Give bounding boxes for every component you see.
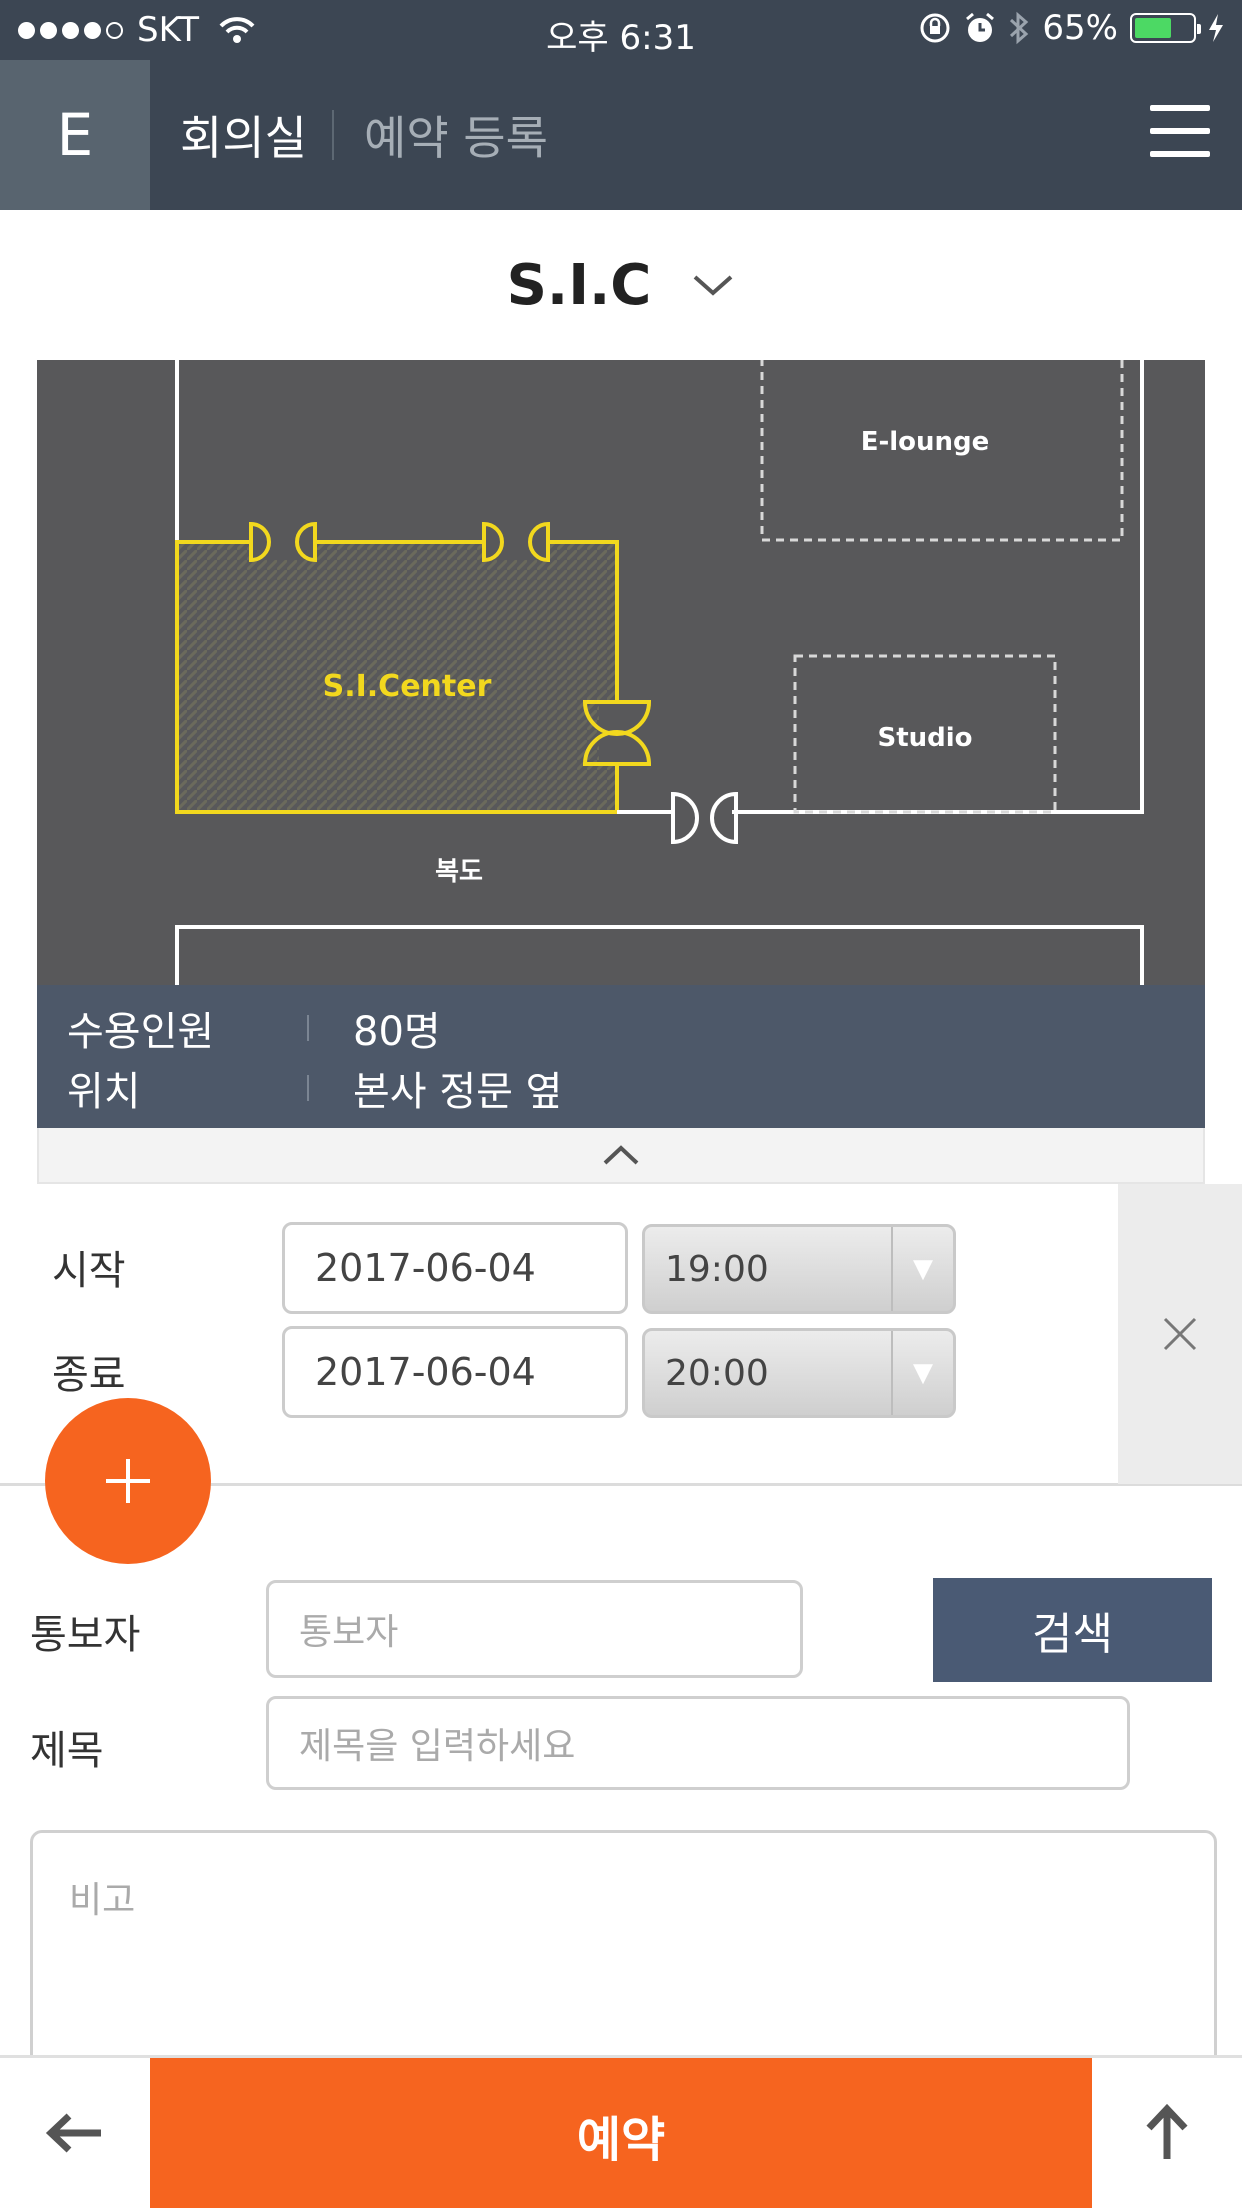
arrow-up-icon[interactable] [1144, 2103, 1190, 2163]
start-date-input[interactable]: 2017-06-04 [282, 1222, 628, 1314]
charging-icon [1209, 14, 1223, 42]
bluetooth-icon [1010, 11, 1029, 45]
selected-room[interactable]: S.I.C [507, 253, 652, 318]
door-icon [249, 521, 317, 563]
rotation-lock-icon [920, 13, 950, 43]
end-label: 종료 [52, 1352, 126, 1398]
corridor-label: 복도 [435, 857, 483, 887]
location-row: 위치 본사 정문 옆 [67, 1059, 562, 1117]
header-divider [332, 110, 334, 160]
battery-percent: 65% [1042, 8, 1118, 48]
chevron-up-icon[interactable] [601, 1143, 641, 1167]
end-time-select[interactable]: 20:00 ▼ [642, 1328, 956, 1418]
status-icons: 65% [918, 8, 1224, 48]
floor-map[interactable]: E-lounge Studio S.I.Center 복도 [37, 360, 1205, 985]
capacity-row: 수용인원 80명 [67, 999, 441, 1057]
title-input[interactable]: 제목을 입력하세요 [266, 1696, 1130, 1790]
memo-textarea[interactable]: 비고 [30, 1830, 1217, 2070]
header-title: 회의실 [180, 111, 307, 165]
hamburger-menu-icon[interactable] [1150, 105, 1210, 157]
chevron-down-icon[interactable] [691, 272, 735, 298]
start-label: 시작 [52, 1248, 126, 1294]
studio-label: Studio [877, 723, 972, 753]
dropdown-arrow-icon: ▼ [891, 1227, 953, 1311]
dropdown-arrow-icon: ▼ [891, 1331, 953, 1415]
scroll-top-button[interactable] [1092, 2058, 1242, 2208]
capacity-value: 80명 [353, 1009, 441, 1055]
door-icon [482, 521, 550, 563]
notifier-label: 통보자 [30, 1612, 141, 1658]
add-schedule-button[interactable] [45, 1398, 211, 1564]
notifier-input[interactable]: 통보자 [266, 1580, 803, 1678]
title-label: 제목 [30, 1728, 104, 1774]
end-time-value: 20:00 [665, 1352, 769, 1394]
back-button[interactable] [0, 2058, 150, 2208]
start-time-select[interactable]: 19:00 ▼ [642, 1224, 956, 1314]
status-bar: SKT 오후 6:31 65% [0, 0, 1242, 60]
bottom-action-bar: 예약 [0, 2055, 1242, 2208]
e-lounge-label: E-lounge [861, 427, 990, 457]
search-button[interactable]: 검색 [933, 1578, 1212, 1682]
close-icon[interactable] [1162, 1316, 1198, 1352]
floor-map-svg: E-lounge Studio S.I.Center 복도 [175, 360, 1144, 985]
start-time-value: 19:00 [665, 1248, 769, 1290]
app-header: E 회의실 예약 등록 [0, 60, 1242, 210]
header-subtitle: 예약 등록 [364, 111, 548, 165]
home-logo[interactable]: E [0, 60, 150, 210]
reserve-button[interactable]: 예약 [150, 2058, 1092, 2208]
map-wall [175, 925, 1144, 985]
remove-schedule-button[interactable] [1118, 1184, 1242, 1484]
location-label: 위치 [67, 1069, 141, 1115]
room-info-panel: 수용인원 80명 위치 본사 정문 옆 [37, 985, 1205, 1128]
room-selector[interactable]: S.I.C [0, 210, 1242, 360]
location-value: 본사 정문 옆 [353, 1069, 563, 1115]
info-collapse-toggle[interactable] [37, 1128, 1205, 1184]
alarm-icon [966, 12, 995, 42]
sic-label: S.I.Center [323, 669, 492, 704]
capacity-label: 수용인원 [67, 1009, 215, 1055]
arrow-left-icon[interactable] [45, 2111, 105, 2155]
plus-icon[interactable] [103, 1456, 153, 1506]
door-icon [617, 791, 738, 845]
end-date-input[interactable]: 2017-06-04 [282, 1326, 628, 1418]
battery-icon [1130, 13, 1201, 43]
